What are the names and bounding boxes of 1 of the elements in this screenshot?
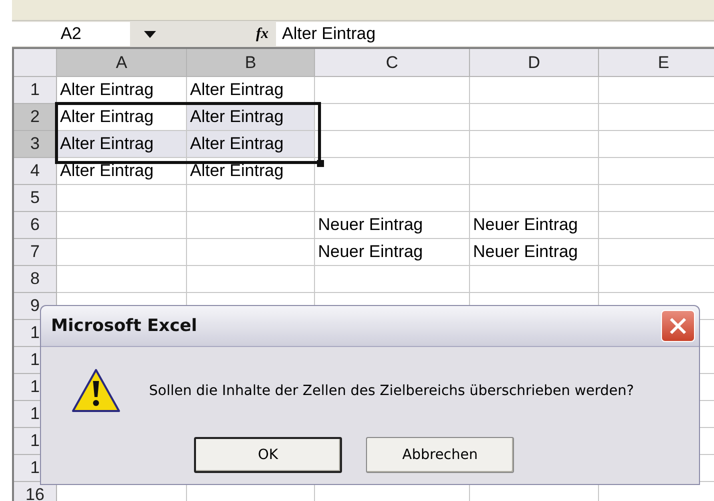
- dialog-message: Sollen die Inhalte der Zellen des Zielbereichs überschrieben werden?: [149, 383, 634, 399]
